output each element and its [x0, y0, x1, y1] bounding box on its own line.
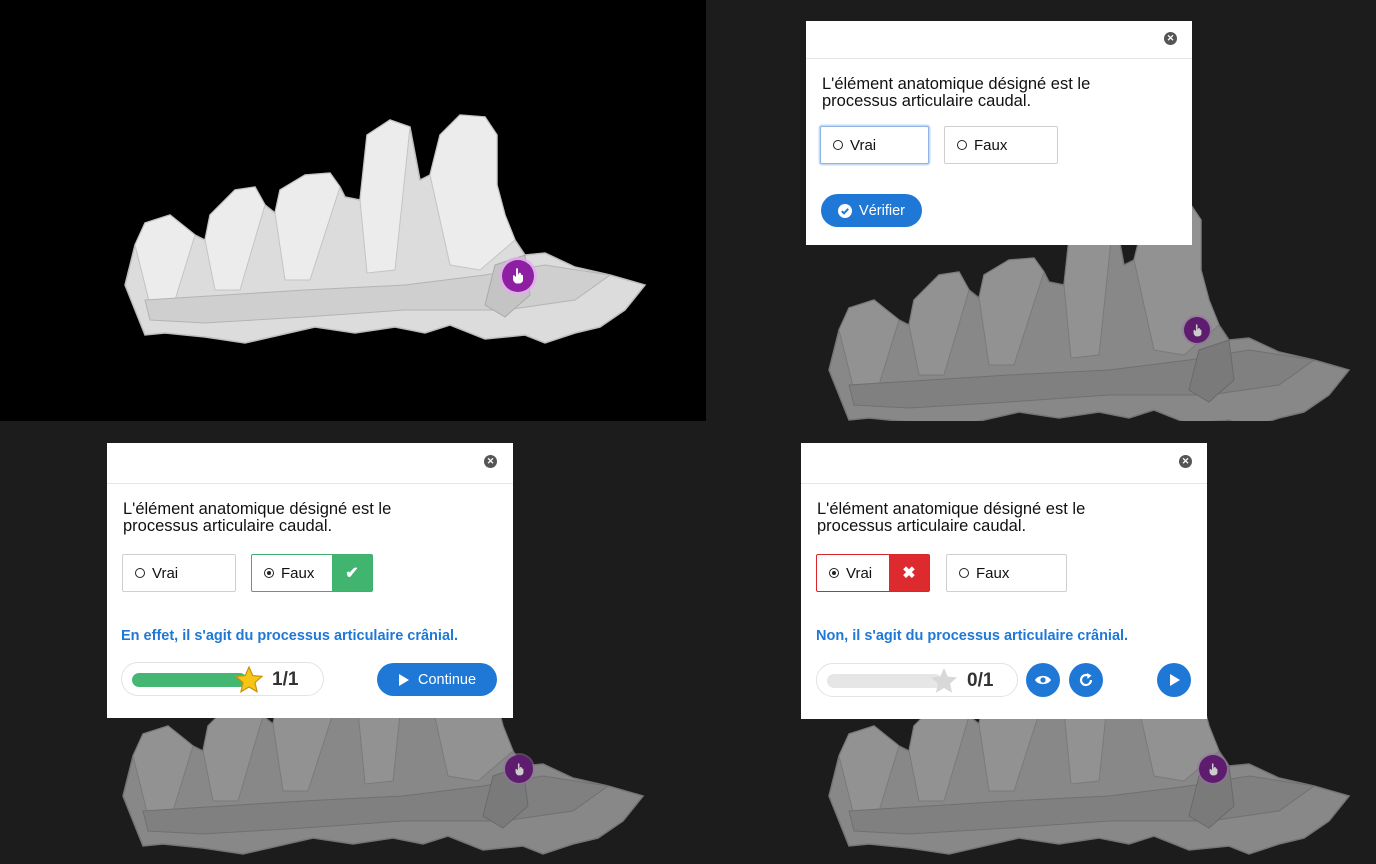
option-false-label: Faux — [974, 136, 1008, 154]
radio-icon — [833, 140, 843, 150]
hand-pointer-icon — [1193, 323, 1201, 336]
score-bar: 1/1 — [121, 662, 324, 696]
question-popup: ✕ L'élément anatomique désigné est le pr… — [806, 21, 1192, 245]
retry-button[interactable] — [1069, 663, 1103, 697]
option-false[interactable]: Faux — [946, 554, 1067, 592]
option-true[interactable]: Vrai ✖ — [816, 554, 930, 592]
close-icon[interactable]: ✕ — [484, 455, 497, 468]
option-true-label: Vrai — [152, 564, 179, 582]
play-icon — [398, 673, 409, 686]
viewer-panel-3[interactable]: ✕ L'élément anatomique désigné est le pr… — [0, 421, 706, 864]
option-true[interactable]: Vrai — [820, 126, 929, 164]
verify-button[interactable]: Vérifier — [821, 194, 922, 227]
score-text: 1/1 — [272, 669, 299, 690]
popup-divider — [806, 58, 1192, 59]
feedback-text: En effet, il s'agit du processus articul… — [121, 628, 459, 644]
verify-label: Vérifier — [859, 202, 905, 219]
close-icon[interactable]: ✕ — [1164, 32, 1177, 45]
radio-icon — [135, 568, 145, 578]
score-text: 0/1 — [967, 670, 994, 691]
continue-label: Continue — [417, 671, 477, 688]
continue-button[interactable]: Continue — [377, 663, 497, 696]
question-text: L'élément anatomique désigné est le proc… — [822, 75, 1091, 110]
radio-icon — [957, 140, 967, 150]
option-false[interactable]: Faux — [944, 126, 1058, 164]
hotspot-button[interactable] — [502, 260, 534, 292]
option-true-label: Vrai — [846, 564, 873, 582]
retry-icon — [1079, 673, 1093, 687]
question-text: L'élément anatomique désigné est le proc… — [123, 500, 392, 535]
cross-icon: ✖ — [889, 555, 929, 591]
score-bar: 0/1 — [816, 663, 1018, 697]
popup-divider — [801, 483, 1207, 484]
feedback-text: Non, il s'agit du processus articulaire … — [816, 628, 1129, 644]
option-false-label: Faux — [976, 564, 1010, 582]
next-button[interactable] — [1157, 663, 1191, 697]
hotspot-button[interactable] — [505, 755, 533, 783]
hotspot-button[interactable] — [1184, 317, 1210, 343]
radio-selected-icon — [829, 568, 839, 578]
radio-icon — [959, 568, 969, 578]
question-text: L'élément anatomique désigné est le proc… — [817, 500, 1086, 535]
vertebrae-model[interactable] — [105, 95, 655, 365]
close-icon[interactable]: ✕ — [1179, 455, 1192, 468]
hand-pointer-icon — [1209, 762, 1217, 775]
progress-track — [132, 673, 247, 687]
play-icon — [1170, 674, 1180, 686]
star-icon — [234, 665, 264, 694]
show-solution-button[interactable] — [1026, 663, 1060, 697]
checkmark-icon: ✔ — [332, 555, 372, 591]
option-true-label: Vrai — [850, 136, 877, 154]
progress-track — [827, 674, 942, 688]
viewer-panel-1[interactable] — [0, 0, 706, 421]
star-icon — [931, 668, 957, 693]
option-false[interactable]: Faux ✔ — [251, 554, 373, 592]
check-circle-icon — [838, 203, 853, 218]
radio-selected-icon — [264, 568, 274, 578]
popup-divider — [107, 483, 513, 484]
hand-pointer-icon — [515, 762, 523, 775]
question-popup: ✕ L'élément anatomique désigné est le pr… — [107, 443, 513, 718]
hotspot-button[interactable] — [1199, 755, 1227, 783]
viewer-panel-4[interactable]: ✕ L'élément anatomique désigné est le pr… — [706, 421, 1376, 864]
eye-icon — [1035, 675, 1051, 685]
question-popup: ✕ L'élément anatomique désigné est le pr… — [801, 443, 1207, 719]
viewer-panel-2[interactable]: ✕ L'élément anatomique désigné est le pr… — [706, 0, 1376, 421]
progress-fill — [132, 673, 247, 687]
option-false-label: Faux — [281, 564, 315, 582]
hand-pointer-icon — [513, 268, 523, 284]
option-true[interactable]: Vrai — [122, 554, 236, 592]
